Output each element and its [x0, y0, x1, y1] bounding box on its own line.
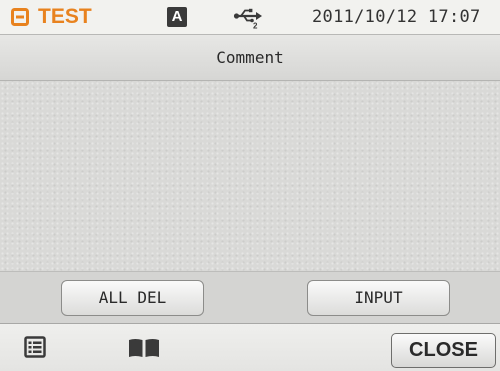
- usb-port-number: 2: [253, 22, 258, 30]
- mode-label: TEST: [38, 5, 92, 28]
- comment-text-area[interactable]: [0, 81, 500, 271]
- list-icon[interactable]: [24, 336, 46, 358]
- action-bar: ALL DEL INPUT: [0, 271, 500, 324]
- book-icon[interactable]: [127, 337, 161, 359]
- all-delete-button[interactable]: ALL DEL: [61, 280, 204, 316]
- page-title: Comment: [216, 48, 284, 67]
- close-button[interactable]: CLOSE: [391, 333, 496, 368]
- input-button[interactable]: INPUT: [307, 280, 450, 316]
- usb-icon: 2: [233, 8, 262, 30]
- bottom-bar: CLOSE: [0, 324, 500, 371]
- mode-icon: [11, 8, 29, 26]
- title-bar: Comment: [0, 34, 500, 81]
- keyboard-mode-badge: A: [167, 7, 187, 27]
- datetime: 2011/10/12 17:07: [312, 7, 481, 27]
- status-bar: TEST A 2 2011/10/12 17:07: [0, 0, 500, 34]
